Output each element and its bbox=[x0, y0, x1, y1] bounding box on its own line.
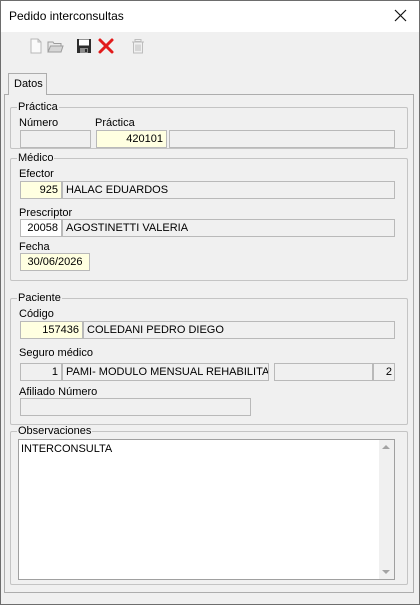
new-button[interactable] bbox=[27, 37, 45, 55]
seguro-code-field[interactable]: 1 bbox=[20, 363, 62, 381]
practica-code-field[interactable]: 420101 bbox=[96, 130, 167, 148]
efector-name-field[interactable]: HALAC EDUARDOS bbox=[62, 181, 395, 199]
dialog-window: Pedido interconsultas Datos Práctica Núm… bbox=[0, 0, 420, 605]
paciente-nombre-field[interactable]: COLEDANI PEDRO DIEGO bbox=[83, 321, 395, 339]
trash-icon bbox=[132, 39, 144, 54]
medico-group-title: Médico bbox=[17, 152, 55, 164]
afiliado-label: Afiliado Número bbox=[19, 386, 98, 398]
numero-label: Número bbox=[19, 117, 59, 129]
fecha-field[interactable]: 30/06/2026 bbox=[20, 253, 90, 271]
efector-code-field[interactable]: 925 bbox=[20, 181, 62, 199]
prescriptor-code-field[interactable]: 20058 bbox=[20, 219, 62, 237]
save-icon bbox=[77, 39, 91, 53]
practica-desc-field[interactable] bbox=[169, 130, 395, 148]
seguro-name-field[interactable]: PAMI- MODULO MENSUAL REHABILITA bbox=[62, 363, 269, 381]
scroll-down-icon[interactable] bbox=[382, 570, 390, 574]
tab-datos[interactable]: Datos bbox=[8, 73, 47, 95]
codigo-label: Código bbox=[19, 308, 54, 320]
seguro-label: Seguro médico bbox=[19, 347, 93, 359]
practica-group-title: Práctica bbox=[17, 101, 59, 113]
afiliado-field[interactable] bbox=[20, 398, 251, 416]
new-document-icon bbox=[30, 38, 42, 54]
numero-field[interactable] bbox=[20, 130, 91, 148]
observaciones-text: INTERCONSULTA bbox=[21, 443, 113, 455]
observaciones-group-title: Observaciones bbox=[17, 425, 93, 437]
save-button[interactable] bbox=[75, 37, 93, 55]
toolbar bbox=[1, 32, 419, 60]
client-area: Datos Práctica Número Práctica 420101 Mé… bbox=[1, 60, 419, 604]
scroll-up-icon[interactable] bbox=[382, 445, 390, 449]
delete-button[interactable] bbox=[97, 37, 115, 55]
close-button[interactable] bbox=[383, 1, 419, 31]
observaciones-textarea[interactable]: INTERCONSULTA bbox=[18, 439, 395, 580]
open-button[interactable] bbox=[46, 37, 64, 55]
tab-label: Datos bbox=[14, 78, 43, 90]
fecha-label: Fecha bbox=[19, 241, 50, 253]
prescriptor-label: Prescriptor bbox=[19, 207, 73, 219]
window-title: Pedido interconsultas bbox=[9, 9, 124, 23]
delete-x-icon bbox=[98, 38, 114, 54]
prescriptor-name-field[interactable]: AGOSTINETTI VALERIA bbox=[62, 219, 395, 237]
practica-label: Práctica bbox=[95, 117, 135, 129]
codigo-field[interactable]: 157436 bbox=[20, 321, 83, 339]
vertical-scrollbar[interactable] bbox=[379, 440, 394, 579]
trash-button[interactable] bbox=[129, 37, 147, 55]
efector-label: Efector bbox=[19, 168, 54, 180]
seguro-num-field[interactable]: 2 bbox=[373, 363, 395, 381]
close-icon bbox=[394, 9, 407, 22]
title-bar: Pedido interconsultas bbox=[1, 1, 419, 31]
open-folder-icon bbox=[47, 41, 64, 53]
tab-panel: Práctica Número Práctica 420101 Médico E… bbox=[4, 94, 414, 593]
seguro-extra-field[interactable] bbox=[274, 363, 373, 381]
paciente-group-title: Paciente bbox=[17, 292, 62, 304]
